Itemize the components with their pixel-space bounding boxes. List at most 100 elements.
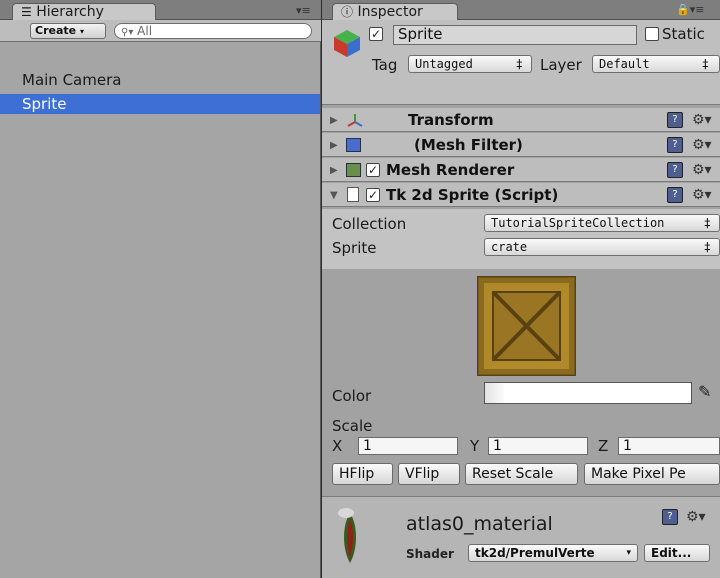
static-checkbox[interactable] [645, 27, 659, 41]
fold-arrow-icon: ▶ [330, 115, 338, 126]
search-placeholder: All [137, 24, 153, 38]
help-icon[interactable]: ? [667, 162, 683, 178]
layer-dropdown[interactable]: Default ‡ [592, 55, 720, 73]
eyedropper-icon[interactable]: ✎ [698, 382, 711, 401]
sprite-value: crate [491, 240, 528, 254]
info-icon: ⓘ [341, 5, 354, 19]
material-section: atlas0_material ? ⚙▾ Shader tk2d/PremulV… [322, 496, 720, 578]
create-dropdown[interactable]: Create ▾ [30, 23, 106, 39]
gameobject-cube-icon [334, 30, 360, 57]
mesh-renderer-icon [346, 163, 361, 177]
component-label: Tk 2d Sprite (Script) [386, 186, 559, 204]
hierarchy-toolbar: Create ▾ ⚲▾ All [0, 20, 321, 42]
search-icon: ⚲▾ [121, 27, 134, 38]
scale-y-value: 1 [493, 438, 502, 454]
updown-arrow-icon: ‡ [703, 240, 711, 254]
material-name: atlas0_material [406, 513, 553, 535]
component-mesh-renderer[interactable]: ▶ ✓ Mesh Renderer ? ⚙▾ [322, 158, 720, 182]
component-label: (Mesh Filter) [414, 136, 523, 154]
inspector-tab-label: Inspector [357, 4, 423, 20]
hierarchy-panel: ☰ Hierarchy ▾≡ Create ▾ ⚲▾ All Main Came… [0, 0, 321, 578]
fold-arrow-icon: ▶ [330, 165, 338, 176]
gear-icon[interactable]: ⚙▾ [686, 509, 706, 525]
layer-label: Layer [540, 56, 582, 74]
list-item-label: Main Camera [22, 71, 122, 89]
dropdown-arrow-icon: ▾ [626, 548, 631, 558]
shader-value: tk2d/PremulVerte [475, 546, 595, 560]
tag-dropdown[interactable]: Untagged ‡ [408, 55, 532, 73]
inspector-panel: ⓘ Inspector 🔒▾≡ ✓ Sprite Static Tag Unta… [322, 0, 720, 578]
inspector-tab[interactable]: ⓘ Inspector [332, 3, 458, 21]
inspector-tabbar: ⓘ Inspector 🔒▾≡ [322, 0, 720, 21]
updown-arrow-icon: ‡ [703, 216, 711, 230]
updown-arrow-icon: ‡ [515, 57, 523, 71]
tag-value: Untagged [415, 57, 473, 71]
collection-dropdown[interactable]: TutorialSpriteCollection ‡ [484, 214, 720, 232]
gear-icon[interactable]: ⚙▾ [692, 137, 712, 153]
panel-menu-icon[interactable]: ▾≡ [296, 4, 311, 17]
layer-value: Default [599, 57, 650, 71]
vflip-button[interactable]: VFlip [398, 463, 460, 485]
help-icon[interactable]: ? [667, 137, 683, 153]
scale-y-label: Y [470, 437, 480, 455]
list-icon: ☰ [21, 5, 32, 19]
color-label: Color [332, 387, 372, 405]
hierarchy-tabbar: ☰ Hierarchy ▾≡ [0, 0, 321, 21]
fold-arrow-down-icon: ▼ [330, 190, 338, 201]
updown-arrow-icon: ‡ [701, 57, 709, 71]
fold-arrow-icon: ▶ [330, 140, 338, 151]
static-label: Static [662, 25, 705, 43]
help-icon[interactable]: ? [667, 112, 683, 128]
sprite-properties: Collection TutorialSpriteCollection ‡ Sp… [322, 209, 720, 269]
component-mesh-filter[interactable]: ▶ (Mesh Filter) ? ⚙▾ [322, 133, 720, 157]
hierarchy-tab[interactable]: ☰ Hierarchy [12, 3, 156, 21]
collection-label: Collection [332, 215, 407, 233]
component-transform[interactable]: ▶ Transform ? ⚙▾ [322, 108, 720, 132]
tk2d-sprite-checkbox[interactable]: ✓ [366, 188, 380, 202]
object-name-field[interactable]: Sprite [393, 25, 637, 45]
scale-label: Scale [332, 417, 373, 435]
color-field[interactable] [484, 382, 692, 404]
shader-dropdown[interactable]: tk2d/PremulVerte ▾ [468, 544, 638, 562]
transform-icon [347, 114, 363, 127]
hierarchy-search-input[interactable]: ⚲▾ All [114, 23, 312, 39]
sprite-label: Sprite [332, 239, 377, 257]
lock-icon[interactable]: 🔒▾≡ [676, 3, 704, 16]
scale-z-value: 1 [623, 438, 632, 454]
scale-x-field[interactable]: 1 [358, 437, 458, 455]
mesh-filter-icon [346, 138, 361, 152]
mesh-renderer-checkbox[interactable]: ✓ [366, 163, 380, 177]
scale-y-field[interactable]: 1 [488, 437, 588, 455]
collection-value: TutorialSpriteCollection [491, 216, 665, 230]
gear-icon[interactable]: ⚙▾ [692, 162, 712, 178]
hierarchy-item-sprite[interactable]: Sprite [0, 94, 320, 114]
component-label: Mesh Renderer [386, 161, 515, 179]
gear-icon[interactable]: ⚙▾ [692, 187, 712, 203]
shader-label: Shader [406, 547, 454, 561]
component-label: Transform [408, 111, 494, 129]
make-pixel-perfect-button[interactable]: Make Pixel Pe [584, 463, 720, 485]
scale-x-label: X [332, 437, 343, 455]
help-icon[interactable]: ? [662, 509, 678, 525]
shader-edit-button[interactable]: Edit... [644, 544, 710, 562]
material-preview-icon [338, 508, 356, 563]
hierarchy-tab-label: Hierarchy [36, 4, 104, 20]
create-label: Create [35, 24, 77, 37]
list-item-label: Sprite [22, 95, 67, 113]
reset-scale-button[interactable]: Reset Scale [465, 463, 578, 485]
script-file-icon [347, 187, 359, 202]
scale-z-label: Z [598, 437, 609, 455]
hflip-button[interactable]: HFlip [332, 463, 393, 485]
object-name-text: Sprite [398, 25, 443, 43]
tag-label: Tag [372, 56, 398, 74]
sprite-dropdown[interactable]: crate ‡ [484, 238, 720, 256]
gear-icon[interactable]: ⚙▾ [692, 112, 712, 128]
component-tk2d-sprite[interactable]: ▼ ✓ Tk 2d Sprite (Script) ? ⚙▾ [322, 183, 720, 207]
hierarchy-item-main-camera[interactable]: Main Camera [0, 70, 320, 90]
sprite-preview-crate [477, 276, 576, 376]
help-icon[interactable]: ? [667, 187, 683, 203]
scale-x-value: 1 [363, 438, 372, 454]
active-checkbox[interactable]: ✓ [369, 27, 383, 41]
scale-z-field[interactable]: 1 [618, 437, 720, 455]
object-header: ✓ Sprite Static Tag Untagged ‡ Layer Def… [322, 20, 720, 105]
